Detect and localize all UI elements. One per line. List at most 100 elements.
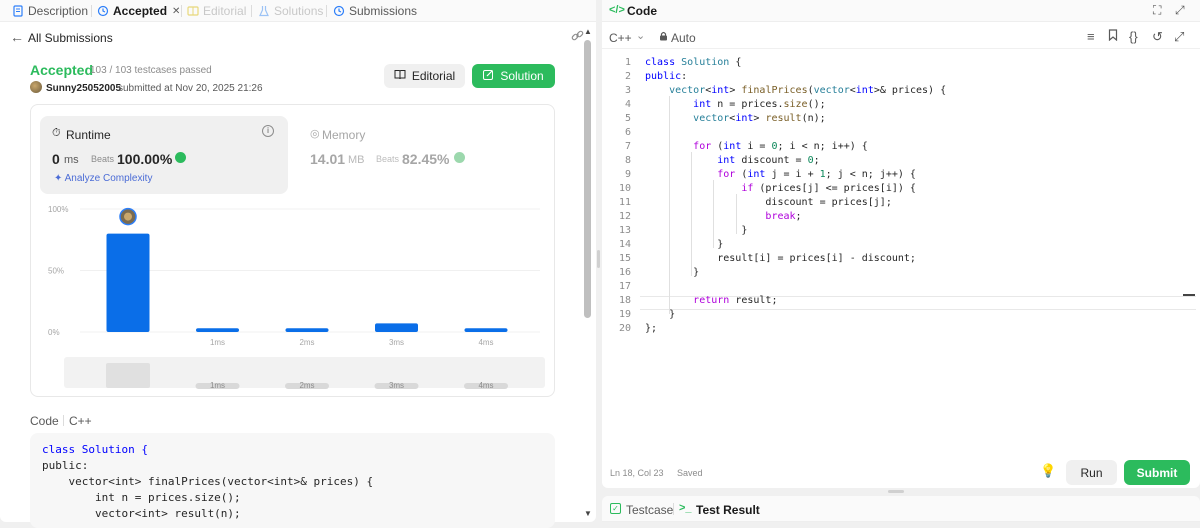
chart-bar[interactable] bbox=[375, 323, 418, 332]
editor-code-line[interactable]: vector<int> result(n); bbox=[645, 113, 825, 124]
run-button[interactable]: Run bbox=[1066, 460, 1117, 485]
chart-bar[interactable] bbox=[464, 328, 508, 332]
editor-code-line[interactable]: public: bbox=[645, 71, 687, 82]
scroll-down-icon[interactable]: ▼ bbox=[584, 509, 592, 518]
runtime-beats-value: 100.00% bbox=[117, 151, 173, 167]
left-scrollbar-thumb[interactable] bbox=[584, 40, 591, 318]
runtime-distribution-chart[interactable]: 100% 50% 0% 1ms 2ms 3ms 4ms 1ms 2ms 3ms 4ms bbox=[40, 198, 545, 393]
tab-code[interactable]: Code bbox=[627, 4, 657, 18]
submit-button[interactable]: Submit bbox=[1124, 460, 1190, 485]
chart-bar[interactable] bbox=[285, 328, 329, 332]
all-submissions-link[interactable]: All Submissions bbox=[28, 31, 113, 45]
back-arrow-icon[interactable]: ← bbox=[10, 29, 24, 45]
tab-accepted[interactable]: Accepted ✕ bbox=[97, 0, 180, 22]
editor-code-line[interactable]: int discount = 0; bbox=[645, 155, 819, 166]
lock-icon bbox=[659, 31, 668, 44]
auto-mode-label[interactable]: Auto bbox=[671, 31, 696, 45]
tab-solutions[interactable]: Solutions bbox=[258, 0, 323, 22]
memory-label[interactable]: Memory bbox=[322, 128, 365, 142]
line-number: 13 bbox=[618, 225, 631, 236]
chevron-down-icon[interactable]: ⌄ bbox=[636, 29, 645, 42]
editor-code-line[interactable]: for (int i = 0; i < n; i++) { bbox=[645, 141, 868, 152]
editor-code-line[interactable]: } bbox=[645, 225, 747, 236]
line-number: 11 bbox=[618, 197, 631, 208]
code-line: vector<int> finalPrices(vector<int>& pri… bbox=[42, 475, 374, 488]
solution-button-label: Solution bbox=[500, 69, 544, 83]
code-line: vector<int> result(n); bbox=[42, 507, 241, 520]
editor-code-line[interactable]: if (prices[j] <= prices[i]) { bbox=[645, 183, 916, 194]
tab-divider bbox=[251, 5, 252, 17]
document-icon bbox=[12, 5, 24, 17]
reset-icon[interactable]: ↺ bbox=[1152, 29, 1163, 45]
range-navigator-label: 4ms bbox=[478, 381, 493, 390]
panel-resize-handle[interactable] bbox=[597, 250, 600, 268]
editorial-button[interactable]: Editorial bbox=[384, 64, 465, 88]
runtime-unit: ms bbox=[64, 154, 79, 166]
chart-bar[interactable] bbox=[196, 328, 239, 332]
beats-badge-icon bbox=[454, 152, 465, 163]
x-tick-label: 3ms bbox=[389, 338, 404, 347]
editor-code-line[interactable]: class Solution { bbox=[645, 57, 741, 68]
range-navigator-label: 3ms bbox=[389, 381, 404, 390]
code-icon: </> bbox=[609, 4, 625, 16]
editor-scroll-marker[interactable] bbox=[1183, 294, 1195, 296]
line-number: 9 bbox=[624, 169, 631, 180]
line-number: 1 bbox=[624, 57, 631, 68]
tab-testcase[interactable]: Testcase bbox=[626, 503, 673, 517]
line-number: 5 bbox=[624, 113, 631, 124]
submitter-name[interactable]: Sunny25052005 bbox=[46, 83, 121, 94]
scroll-up-icon[interactable]: ▲ bbox=[584, 27, 592, 36]
checkbox-icon: ✓ bbox=[610, 503, 621, 514]
editor-code-line[interactable]: return result; bbox=[645, 295, 777, 306]
tab-submissions[interactable]: Submissions bbox=[333, 0, 417, 22]
tab-description[interactable]: Description bbox=[12, 0, 88, 22]
analyze-complexity-link[interactable]: ✦ Analyze Complexity bbox=[54, 173, 152, 184]
format-icon[interactable]: ≡ bbox=[1087, 29, 1095, 44]
lightbulb-icon[interactable]: 💡 bbox=[1040, 463, 1056, 479]
line-number: 15 bbox=[618, 253, 631, 264]
clock-icon: ⏱ bbox=[52, 127, 61, 139]
editor-code-line[interactable]: } bbox=[645, 309, 675, 320]
editor-code-line[interactable]: } bbox=[645, 239, 723, 250]
editor-code-line[interactable]: break; bbox=[645, 211, 801, 222]
link-icon[interactable] bbox=[571, 29, 584, 45]
tab-description-label: Description bbox=[28, 4, 89, 18]
editor-code-line[interactable]: } bbox=[645, 267, 699, 278]
fullscreen-icon[interactable]: ⤢ bbox=[1174, 29, 1184, 45]
submitted-code-block[interactable]: class Solution { public: vector<int> fin… bbox=[30, 433, 555, 528]
sparkle-icon: ✦ bbox=[54, 173, 63, 184]
close-icon[interactable]: ✕ bbox=[172, 6, 180, 17]
save-status: Saved bbox=[677, 468, 703, 478]
editor-code-line[interactable]: result[i] = prices[i] - discount; bbox=[645, 253, 916, 264]
editor-code-line[interactable]: int n = prices.size(); bbox=[645, 99, 825, 110]
editor-code-line[interactable]: }; bbox=[645, 323, 657, 334]
bottom-resize-handle[interactable] bbox=[888, 490, 904, 493]
history-icon bbox=[97, 5, 109, 17]
range-navigator-handle[interactable] bbox=[106, 363, 150, 388]
tab-test-result[interactable]: Test Result bbox=[696, 503, 760, 517]
memory-beats-label: Beats bbox=[376, 154, 400, 164]
editor-code-line[interactable]: vector<int> finalPrices(vector<int>& pri… bbox=[645, 85, 946, 96]
language-select[interactable]: C++ bbox=[609, 31, 632, 45]
maximize-icon[interactable]: ⛶ bbox=[1153, 3, 1161, 18]
line-number: 7 bbox=[624, 141, 631, 152]
solution-button[interactable]: Solution bbox=[472, 64, 555, 88]
memory-beats-value: 82.45% bbox=[402, 151, 450, 167]
line-number: 18 bbox=[618, 295, 631, 306]
braces-icon[interactable]: {} bbox=[1129, 29, 1138, 44]
editorial-button-label: Editorial bbox=[411, 69, 456, 83]
runtime-value: 0 bbox=[52, 151, 60, 167]
chart-bar[interactable] bbox=[106, 233, 150, 332]
bookmark-icon[interactable] bbox=[1108, 29, 1118, 44]
flask-icon bbox=[258, 5, 270, 17]
history-icon bbox=[333, 5, 345, 17]
expand-icon[interactable]: ⤢ bbox=[1175, 3, 1185, 18]
tab-editorial[interactable]: Editorial bbox=[187, 0, 246, 22]
memory-unit: MB bbox=[348, 154, 365, 166]
info-icon[interactable]: i bbox=[262, 125, 274, 137]
editor-code-line[interactable]: discount = prices[j]; bbox=[645, 197, 891, 208]
beats-badge-icon bbox=[175, 152, 186, 163]
terminal-icon: >_ bbox=[679, 502, 692, 514]
code-line: public: bbox=[42, 459, 89, 472]
editor-code-line[interactable]: for (int j = i + 1; j < n; j++) { bbox=[645, 169, 916, 180]
